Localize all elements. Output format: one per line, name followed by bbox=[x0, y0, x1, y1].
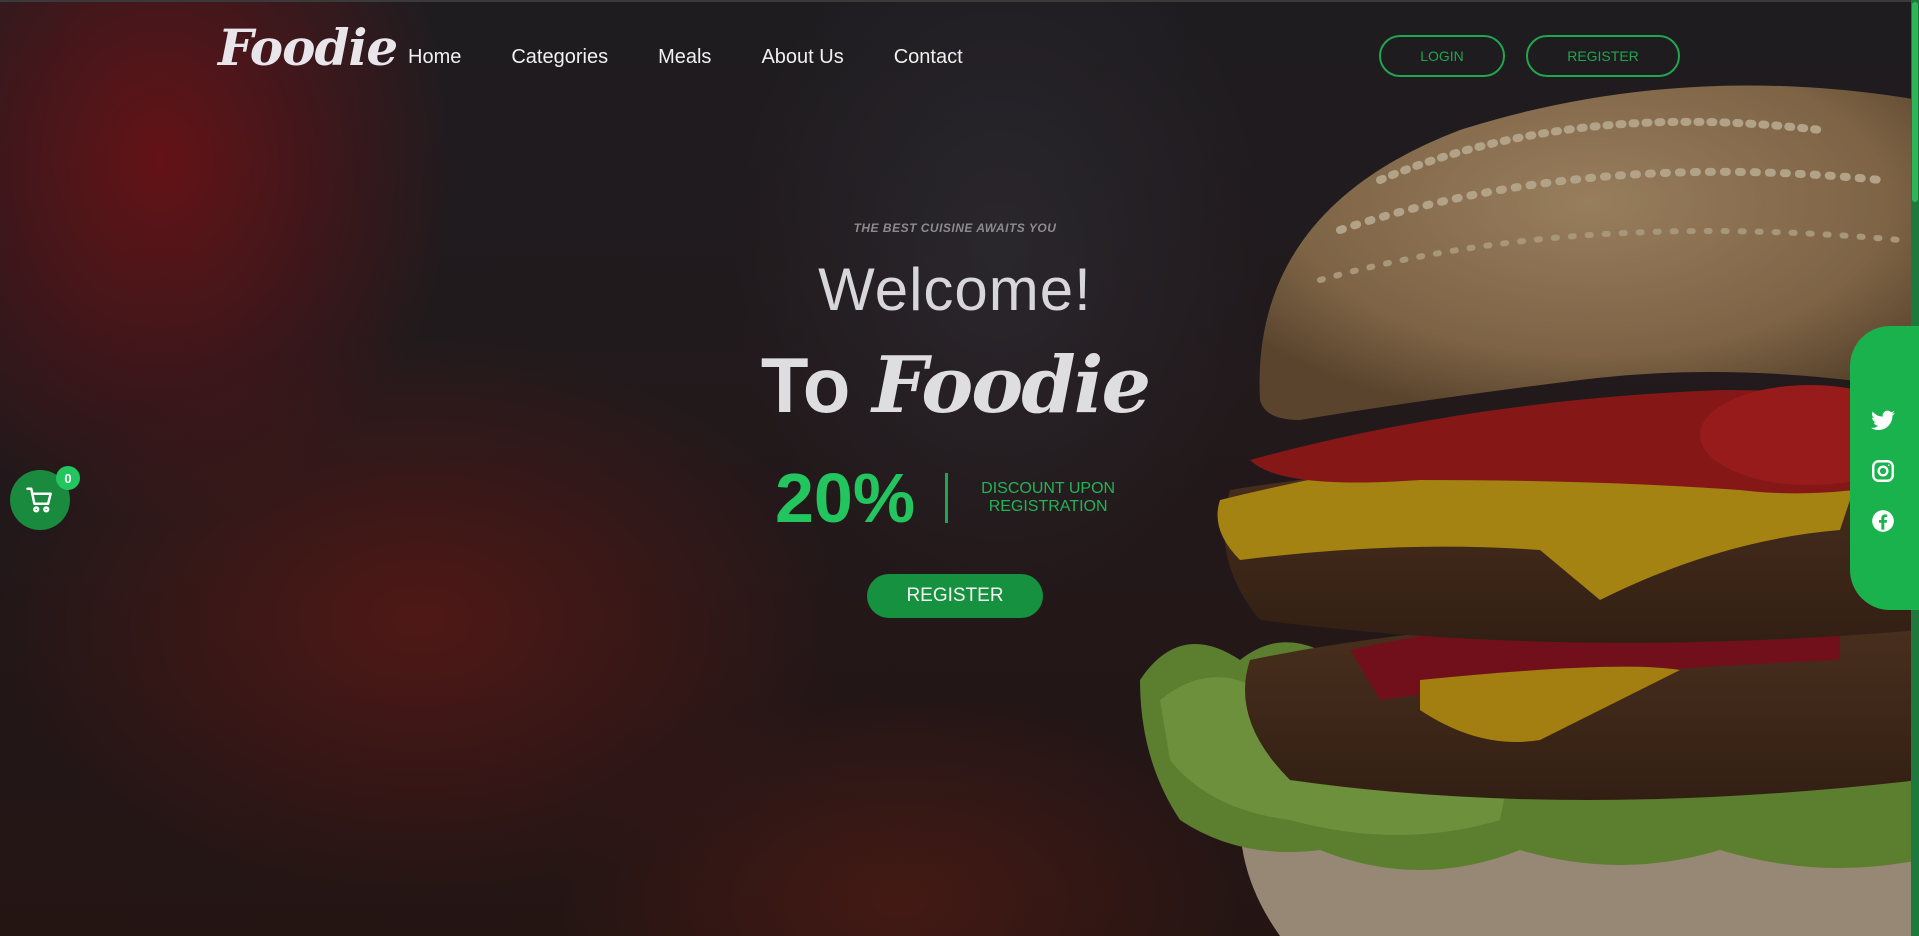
login-button[interactable]: LOGIN bbox=[1379, 35, 1505, 77]
top-border bbox=[0, 0, 1919, 2]
main-nav: Home Categories Meals About Us Contact bbox=[408, 46, 1013, 69]
hero-headline: To Foodie bbox=[0, 340, 1910, 431]
facebook-icon[interactable] bbox=[1870, 508, 1896, 534]
hero-headline-brand: Foodie bbox=[872, 340, 1151, 431]
scrollbar-thumb[interactable] bbox=[1912, 2, 1918, 202]
register-button-header[interactable]: REGISTER bbox=[1526, 35, 1680, 77]
instagram-icon[interactable] bbox=[1870, 458, 1896, 484]
cart-count-badge: 0 bbox=[56, 466, 80, 490]
hero-kicker: THE BEST CUISINE AWAITS YOU bbox=[853, 221, 1057, 235]
nav-item-contact[interactable]: Contact bbox=[894, 46, 963, 69]
twitter-icon[interactable] bbox=[1870, 408, 1896, 434]
register-cta-button[interactable]: REGISTER bbox=[867, 574, 1043, 618]
nav-item-about-us[interactable]: About Us bbox=[761, 46, 843, 69]
nav-item-meals[interactable]: Meals bbox=[658, 46, 711, 69]
hero-headline-to: To bbox=[760, 341, 851, 429]
discount-divider bbox=[945, 473, 949, 523]
site-logo[interactable]: Foodie bbox=[218, 18, 398, 77]
hero-welcome: Welcome! bbox=[818, 256, 1092, 323]
nav-item-categories[interactable]: Categories bbox=[511, 46, 608, 69]
discount-banner: 20% DISCOUNT UPON REGISTRATION bbox=[775, 458, 1118, 538]
discount-text: DISCOUNT UPON REGISTRATION bbox=[981, 480, 1116, 515]
social-sidebar bbox=[1850, 326, 1919, 610]
discount-value: 20% bbox=[775, 459, 916, 537]
nav-item-home[interactable]: Home bbox=[408, 46, 461, 69]
shopping-cart-icon bbox=[26, 487, 52, 513]
